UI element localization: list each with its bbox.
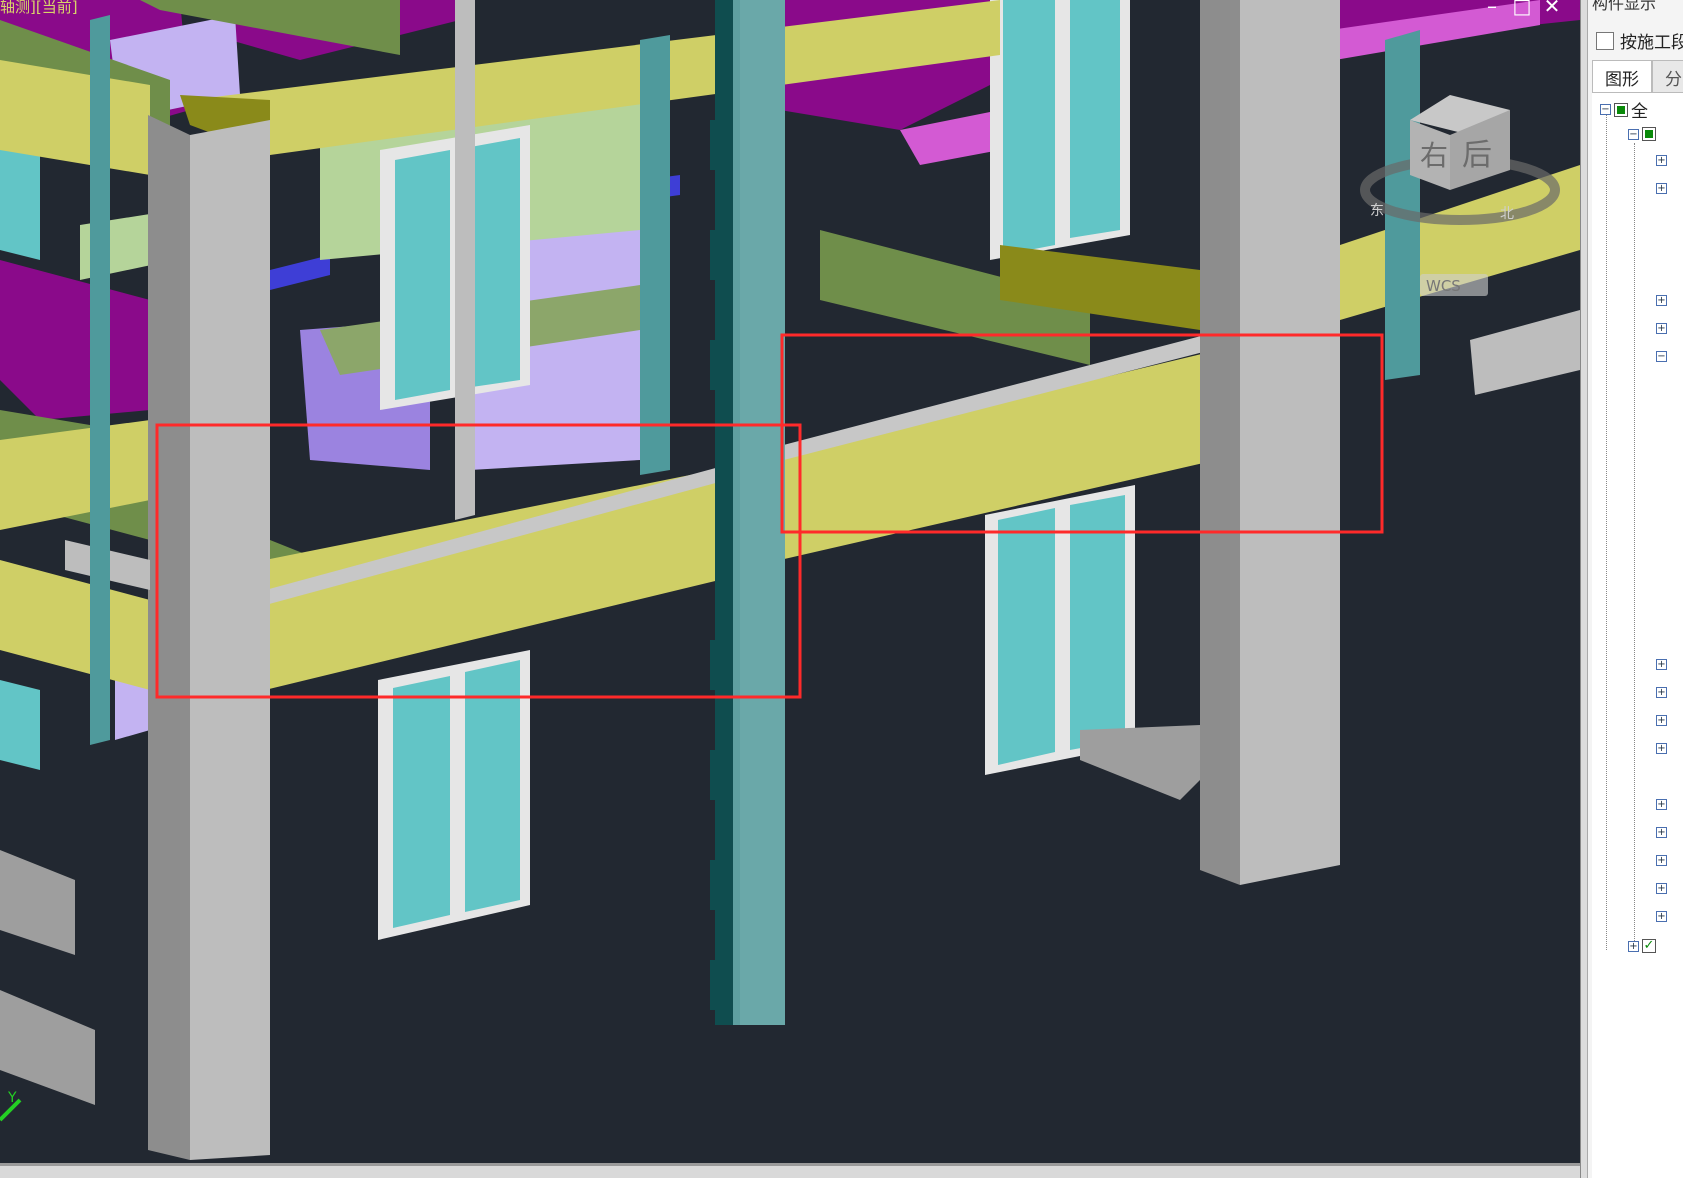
nav-ring-label-east: 东 [1370,203,1384,219]
tree-node-level1[interactable]: − [1628,127,1656,141]
nav-cube-face-right: 右 [1420,139,1448,172]
expand-icon[interactable]: + [1656,883,1667,894]
tree-root-label: 全 [1631,102,1648,122]
nav-cube-face-back: 后 [1462,138,1492,173]
filter-checkbox[interactable] [1596,31,1614,50]
wall-blue-strip-2 [270,255,330,290]
tab-second[interactable]: 分 [1652,60,1683,92]
tree-node[interactable]: − [1656,351,1667,362]
tree-node[interactable]: + [1656,743,1667,754]
axis-y-label: Y [7,1090,17,1106]
expand-icon[interactable]: + [1656,911,1667,922]
tree-node[interactable]: + [1656,687,1667,698]
stub-left-2 [0,990,95,1105]
expand-icon[interactable]: + [1656,155,1667,166]
tree-node[interactable]: + [1656,715,1667,726]
expand-icon[interactable]: + [1656,659,1667,670]
stub-right [1470,310,1580,395]
slab-left [0,260,150,420]
column-left [148,115,270,1160]
close-icon[interactable]: ✕ [1542,0,1562,18]
nav-ring-label-north: 北 [1500,206,1514,222]
tree-node[interactable]: + [1656,911,1667,922]
tree-node[interactable]: + [1656,883,1667,894]
axis-indicator: Y [0,1090,22,1122]
expand-icon[interactable]: + [1656,295,1667,306]
tree-node-level1-b[interactable]: + ✓ [1628,939,1656,953]
tree-node[interactable]: + [1656,155,1667,166]
tree-node[interactable]: + [1656,659,1667,670]
3d-viewport[interactable]: 右 后 东 北 WCS Y 轴测][当前] – □ ✕ [0,0,1580,1163]
collapse-icon[interactable]: − [1656,351,1667,362]
collapse-icon[interactable]: − [1628,128,1639,140]
panel-tabs: 图形 分 [1592,60,1683,92]
column-teal-ridged [710,0,785,1025]
wcs-label: WCS [1426,277,1461,295]
tree-checkbox-checked[interactable]: ✓ [1642,939,1656,953]
component-tree[interactable]: − 全 − + + + + − + + + + + + + + + + ✓ [1592,92,1683,1178]
expand-icon[interactable]: + [1656,715,1667,726]
beam-yellow-right-top [1340,165,1580,320]
tree-node[interactable]: + [1656,799,1667,810]
minimize-icon[interactable]: – [1482,0,1502,18]
collapse-icon[interactable]: − [1600,104,1611,115]
column-right [1200,0,1340,885]
expand-icon[interactable]: + [1656,687,1667,698]
filter-label: 按施工段 [1620,33,1683,53]
expand-icon[interactable]: + [1656,183,1667,194]
expand-icon[interactable]: + [1656,799,1667,810]
expand-icon[interactable]: + [1656,827,1667,838]
tree-node[interactable]: + [1656,323,1667,334]
pipe-teal-small [640,35,670,475]
column-small-left [455,0,475,520]
status-strip [0,1163,1580,1178]
tree-checkbox[interactable] [1614,102,1628,117]
model-scene[interactable]: 右 后 东 北 WCS Y [0,0,1580,1163]
expand-icon[interactable]: + [1656,323,1667,334]
panel-splitter[interactable] [1580,0,1588,1178]
restore-icon[interactable]: □ [1512,0,1532,18]
tree-node[interactable]: + [1656,827,1667,838]
expand-icon[interactable]: + [1656,743,1667,754]
stub-lower-right [1080,725,1200,800]
tree-node[interactable]: + [1656,183,1667,194]
pipe-teal-right [1385,30,1420,380]
tree-node[interactable]: + [1656,295,1667,306]
stub-left-1 [0,850,75,955]
tree-node[interactable]: + [1656,855,1667,866]
tab-graphics[interactable]: 图形 [1592,60,1652,92]
expand-icon[interactable]: + [1656,855,1667,866]
panel-title: 构件显示 [1592,0,1657,13]
pipe-teal-left [90,15,110,745]
filter-row[interactable]: 按施工段 [1596,28,1683,53]
expand-icon[interactable]: + [1628,940,1639,952]
window-lower-left [378,650,530,940]
component-display-panel: 构件显示 按施工段 图形 分 − 全 − + + + + − + + + + +… [1588,0,1683,1178]
window-controls: – □ ✕ [1482,0,1562,18]
tree-checkbox[interactable] [1642,127,1656,141]
window-upper-right [990,0,1130,260]
tree-node-root[interactable]: − 全 [1600,97,1648,122]
view-mode-label: 轴测][当前] [0,0,78,16]
